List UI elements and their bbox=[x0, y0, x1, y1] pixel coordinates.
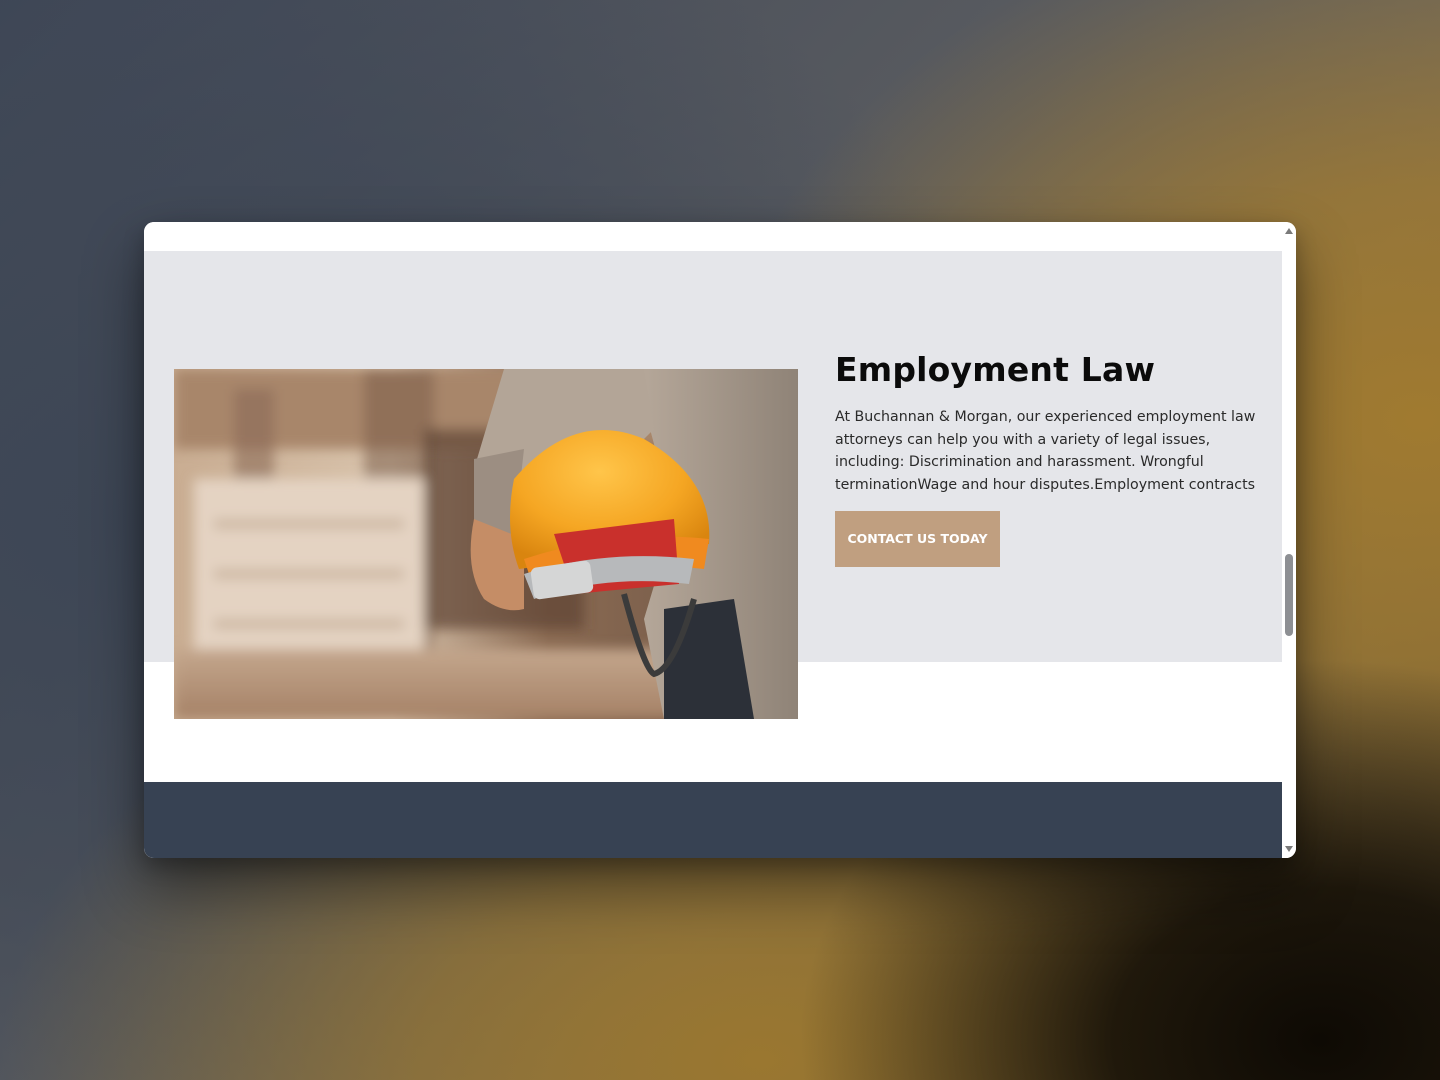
hero-image bbox=[174, 369, 798, 719]
section-title: Employment Law bbox=[835, 350, 1156, 389]
vertical-scrollbar[interactable] bbox=[1282, 222, 1296, 858]
page-content: Employment Law At Buchannan & Morgan, ou… bbox=[144, 222, 1282, 858]
scrollbar-thumb[interactable] bbox=[1285, 554, 1293, 636]
footer-section bbox=[144, 782, 1282, 858]
scroll-down-arrow-icon[interactable] bbox=[1285, 846, 1293, 852]
content-column: Employment Law At Buchannan & Morgan, ou… bbox=[835, 348, 1265, 567]
browser-window: Employment Law At Buchannan & Morgan, ou… bbox=[144, 222, 1296, 858]
worker-hard-hat-illustration bbox=[174, 369, 798, 719]
section-description: At Buchannan & Morgan, our experienced e… bbox=[835, 409, 1256, 493]
contact-us-button[interactable]: CONTACT US TODAY bbox=[835, 511, 1000, 567]
scroll-up-arrow-icon[interactable] bbox=[1285, 228, 1293, 234]
